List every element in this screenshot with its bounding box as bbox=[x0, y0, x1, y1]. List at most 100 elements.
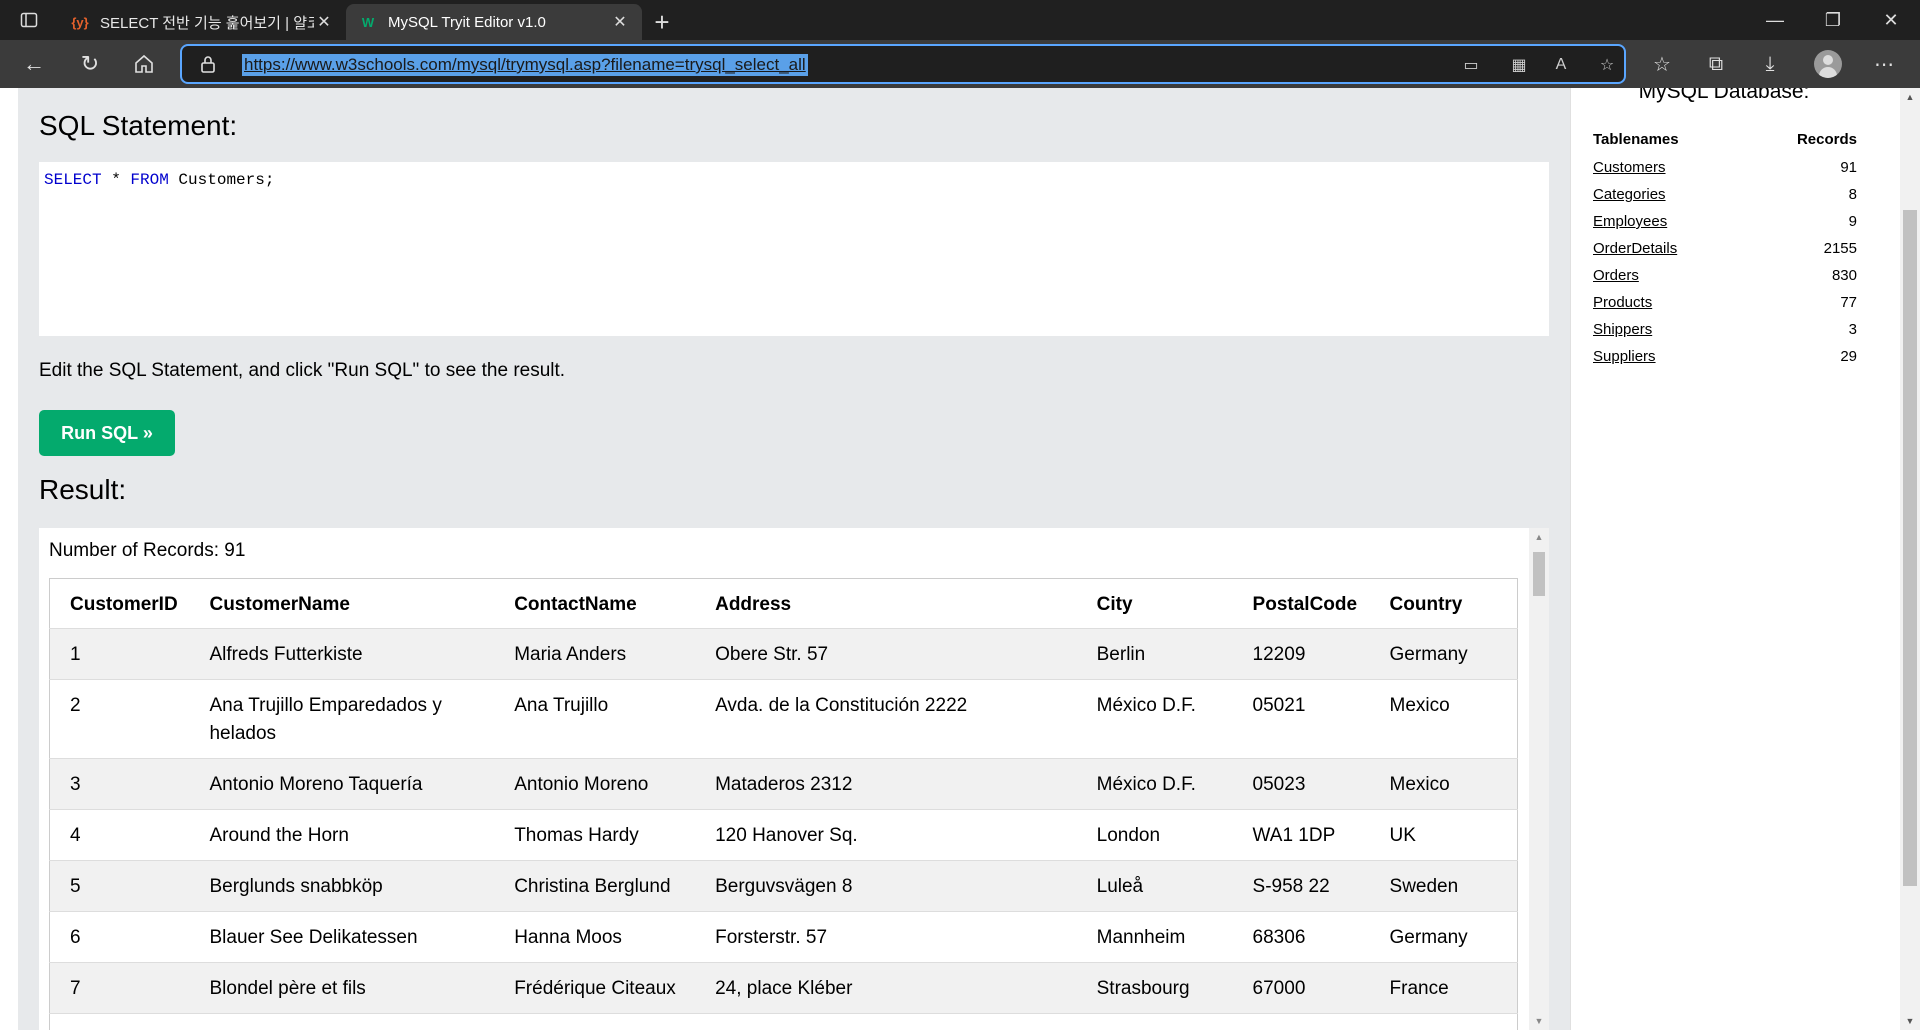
close-tab-icon[interactable]: ✕ bbox=[610, 12, 630, 32]
table-link-customers[interactable]: Customers bbox=[1593, 159, 1666, 176]
tab-mysql-tryit[interactable]: W MySQL Tryit Editor v1.0 ✕ bbox=[346, 4, 642, 40]
url-text[interactable]: https://www.w3schools.com/mysql/trymysql… bbox=[242, 54, 808, 76]
table-cell: 05023 bbox=[1232, 758, 1370, 810]
back-icon[interactable]: ← bbox=[16, 46, 52, 82]
refresh-icon[interactable]: ↻ bbox=[72, 46, 108, 82]
column-header: ContactName bbox=[514, 593, 637, 615]
list-item: Shippers 3 bbox=[1593, 316, 1857, 343]
table-cell: 4 bbox=[49, 809, 190, 861]
page-scrollbar[interactable]: ▲ ▼ bbox=[1900, 88, 1920, 1030]
table-row: 4 Around the Horn Thomas Hardy 120 Hanover … bbox=[49, 809, 1518, 861]
tab-yalco[interactable]: {y} SELECT 전반 기능 훑어보기 | 얄코 ✕ bbox=[58, 4, 346, 40]
table-link-categories[interactable]: Categories bbox=[1593, 186, 1666, 203]
table-header-row: CustomerID CustomerName ContactName Addr… bbox=[50, 579, 1518, 629]
table-cell: London bbox=[1076, 809, 1233, 861]
column-header: Address bbox=[715, 593, 792, 615]
table-cell: Ana Trujillo bbox=[494, 679, 696, 759]
w3schools-favicon-icon: W bbox=[361, 14, 375, 30]
table-cell: Maria Anders bbox=[494, 628, 696, 680]
table-cell: 67000 bbox=[1232, 962, 1370, 1014]
table-cell: Germany bbox=[1369, 911, 1518, 963]
record-count-value: 9 bbox=[1848, 213, 1857, 230]
new-tab-button[interactable]: + bbox=[642, 4, 682, 40]
table-cell: Berguvsvägen 8 bbox=[695, 860, 1077, 912]
table-link-products[interactable]: Products bbox=[1593, 294, 1652, 311]
table-cell: Mataderos 2312 bbox=[695, 758, 1077, 810]
list-item: Orders 830 bbox=[1593, 262, 1857, 289]
table-cell: 1 bbox=[49, 628, 190, 680]
table-link-suppliers[interactable]: Suppliers bbox=[1593, 348, 1656, 365]
close-tab-icon[interactable]: ✕ bbox=[314, 12, 334, 32]
table-cell: 68306 bbox=[1232, 911, 1370, 963]
database-tables-list: Tablenames Records Customers 91 Categorie… bbox=[1593, 130, 1857, 370]
table-row: 1 Alfreds Futterkiste Maria Anders Obere St… bbox=[49, 628, 1518, 680]
collections-icon[interactable]: ⧉ bbox=[1702, 50, 1730, 78]
close-window-icon[interactable]: ✕ bbox=[1862, 0, 1920, 40]
qr-code-icon[interactable]: ▦ bbox=[1508, 54, 1530, 76]
scroll-up-icon[interactable]: ▲ bbox=[1533, 532, 1545, 542]
table-cell: Forsterstr. 57 bbox=[695, 911, 1077, 963]
table-link-orderdetails[interactable]: OrderDetails bbox=[1593, 240, 1677, 257]
table-cell: Avda. de la Constitución 2222 bbox=[695, 679, 1077, 759]
home-icon[interactable] bbox=[126, 46, 162, 82]
table-cell: 28023 bbox=[1232, 1013, 1370, 1030]
table-cell: Sweden bbox=[1369, 860, 1518, 912]
table-row: 2 Ana Trujillo Emparedados y helados Ana T… bbox=[49, 679, 1518, 759]
tab-actions-button[interactable] bbox=[0, 0, 58, 40]
table-link-shippers[interactable]: Shippers bbox=[1593, 321, 1652, 338]
table-link-employees[interactable]: Employees bbox=[1593, 213, 1667, 230]
table-cell: Berlin bbox=[1076, 628, 1233, 680]
record-count-value: 830 bbox=[1831, 267, 1857, 284]
scroll-up-icon[interactable]: ▲ bbox=[1900, 92, 1920, 102]
table-cell: Antonio Moreno bbox=[494, 758, 696, 810]
table-cell: Mannheim bbox=[1076, 911, 1233, 963]
result-scrollbar-thumb[interactable] bbox=[1533, 552, 1545, 596]
app-available-icon[interactable]: ▭ bbox=[1460, 54, 1482, 76]
table-row: 3 Antonio Moreno Taquería Antonio Moreno Ma… bbox=[49, 758, 1518, 810]
tab-title: SELECT 전반 기능 훑어보기 | 얄코 bbox=[100, 14, 314, 32]
sql-editor[interactable]: SELECT * FROM Customers; bbox=[39, 162, 1549, 336]
tab-title: MySQL Tryit Editor v1.0 bbox=[388, 13, 546, 31]
column-header: CustomerName bbox=[209, 593, 350, 615]
table-cell: Christina Berglund bbox=[494, 860, 696, 912]
address-bar[interactable]: https://www.w3schools.com/mysql/trymysql… bbox=[180, 44, 1626, 84]
restore-icon[interactable]: ❐ bbox=[1804, 0, 1862, 40]
sql-keyword: SELECT bbox=[44, 171, 102, 189]
scroll-down-icon[interactable]: ▼ bbox=[1533, 1016, 1545, 1026]
table-cell: México D.F. bbox=[1076, 679, 1233, 759]
table-link-orders[interactable]: Orders bbox=[1593, 267, 1639, 284]
table-cell: 6 bbox=[49, 911, 190, 963]
table-row: 5 Berglunds snabbköp Christina Berglund Ber… bbox=[49, 860, 1518, 912]
table-cell: Frédérique Citeaux bbox=[494, 962, 696, 1014]
table-cell: Bólido Comidas preparadas bbox=[189, 1013, 495, 1030]
minimize-icon[interactable]: — bbox=[1746, 0, 1804, 40]
edit-hint-text: Edit the SQL Statement, and click "Run S… bbox=[39, 360, 566, 381]
sql-text: * bbox=[101, 171, 131, 189]
table-cell: UK bbox=[1369, 809, 1518, 861]
more-menu-icon[interactable]: ⋯ bbox=[1870, 50, 1898, 78]
lock-icon bbox=[201, 56, 215, 73]
result-heading: Result: bbox=[39, 474, 127, 505]
page-left-margin bbox=[0, 88, 18, 1030]
result-scrollbar[interactable]: ▲ ▼ bbox=[1529, 528, 1549, 1030]
table-cell: Blauer See Delikatessen bbox=[189, 911, 495, 963]
page-scrollbar-thumb[interactable] bbox=[1903, 210, 1917, 886]
table-cell: Luleå bbox=[1076, 860, 1233, 912]
tab-strip: {y} SELECT 전반 기능 훑어보기 | 얄코 ✕ W MySQL Try… bbox=[0, 0, 1920, 40]
add-favorite-icon[interactable]: ☆ bbox=[1596, 54, 1618, 76]
run-sql-button[interactable]: Run SQL » bbox=[39, 410, 175, 456]
tablenames-header: Tablenames bbox=[1593, 131, 1679, 148]
list-item: OrderDetails 2155 bbox=[1593, 235, 1857, 262]
yalco-favicon-icon: {y} bbox=[71, 14, 89, 30]
column-header: CustomerID bbox=[70, 593, 178, 615]
favorites-icon[interactable]: ☆ bbox=[1648, 50, 1676, 78]
sql-statement-heading: SQL Statement: bbox=[39, 110, 238, 141]
table-cell: Martín Sommer bbox=[494, 1013, 696, 1030]
read-aloud-icon[interactable]: A bbox=[1550, 54, 1572, 76]
table-cell: WA1 1DP bbox=[1232, 809, 1370, 861]
scroll-down-icon[interactable]: ▼ bbox=[1900, 1016, 1920, 1026]
table-cell: Berglunds snabbköp bbox=[189, 860, 495, 912]
table-cell: C/ Araquil, 67 bbox=[695, 1013, 1077, 1030]
profile-avatar-icon[interactable] bbox=[1814, 50, 1842, 78]
downloads-icon[interactable]: ⤓ bbox=[1756, 50, 1784, 78]
